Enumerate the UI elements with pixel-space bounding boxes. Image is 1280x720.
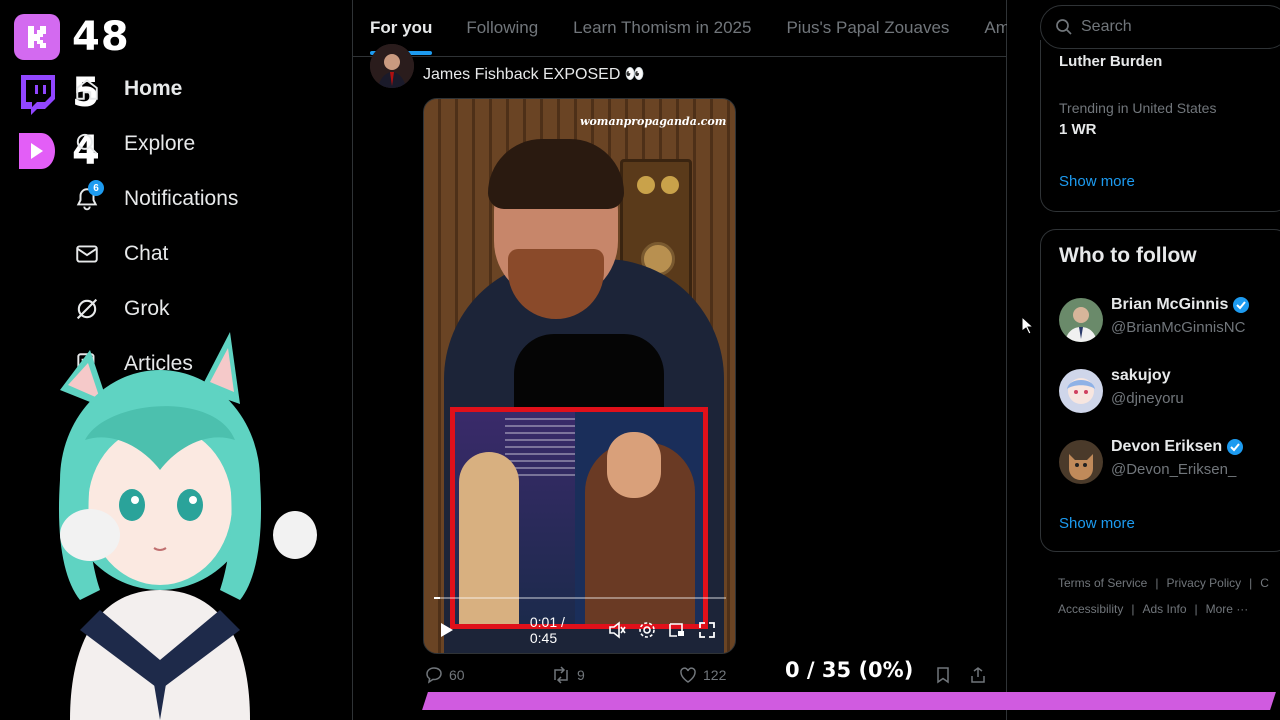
verified-badge-icon — [1226, 438, 1244, 456]
like-count: 122 — [703, 667, 727, 683]
video-inset-clip — [450, 407, 708, 629]
sidebar-item-label: Home — [124, 77, 183, 100]
bookmark-icon — [937, 667, 949, 684]
follow-suggestion[interactable]: Brian McGinnis @BrianMcGinnisNC — [1059, 296, 1280, 346]
trends-card: Luther Burden Trending in United States … — [1040, 40, 1280, 212]
volume-icon[interactable] — [607, 619, 628, 641]
share-icon — [971, 667, 985, 683]
tab-truncated[interactable]: Am — [984, 0, 1007, 56]
app-root: 48 5 4 Home Explore 6 Notifications Chat… — [0, 0, 1280, 720]
mail-icon — [70, 237, 104, 271]
sidebar-item-label: Grok — [124, 297, 170, 320]
video-watermark: womanpropaganda.com — [580, 115, 727, 128]
trends-show-more-link[interactable]: Show more — [1059, 173, 1135, 190]
sidebar-item-label: Notifications — [124, 187, 239, 210]
goal-progress-text: 0 / 35 (0%) — [785, 658, 914, 682]
tab-learn-thomism[interactable]: Learn Thomism in 2025 — [573, 0, 751, 56]
feed-tabs: For you Following Learn Thomism in 2025 … — [353, 0, 1007, 57]
follow-name: sakujoy — [1111, 367, 1171, 384]
play-icon[interactable] — [436, 619, 457, 641]
follow-suggestion[interactable]: sakujoy @djneyoru — [1059, 367, 1280, 417]
mouse-cursor-icon — [1021, 316, 1033, 334]
sidebar-item-home[interactable]: Home — [70, 67, 182, 111]
picture-in-picture-icon[interactable] — [666, 619, 687, 641]
sidebar-item-label: Chat — [124, 242, 169, 265]
tweet-author-avatar[interactable] — [370, 44, 414, 88]
share-button[interactable] — [969, 666, 987, 684]
who-to-follow-show-more-link[interactable]: Show more — [1059, 515, 1135, 532]
sidebar-item-explore[interactable]: Explore — [70, 122, 195, 166]
reply-count: 60 — [449, 667, 465, 683]
repost-button[interactable]: 9 — [551, 666, 585, 684]
repost-icon — [554, 666, 568, 684]
search-icon — [1056, 19, 1072, 35]
avatar — [1059, 298, 1103, 342]
sidebar-item-notifications[interactable]: 6 Notifications — [70, 177, 238, 221]
tab-papal-zouaves[interactable]: Pius's Papal Zouaves — [786, 0, 949, 56]
bookmark-button[interactable] — [935, 666, 951, 684]
tab-following[interactable]: Following — [466, 0, 538, 56]
vtuber-avatar-overlay — [58, 332, 317, 720]
trend-item-title[interactable]: Luther Burden — [1059, 53, 1162, 70]
like-button[interactable]: 122 — [679, 666, 726, 684]
footer-link-privacy[interactable]: Privacy Policy — [1166, 576, 1241, 590]
kick-viewer-count: 48 — [72, 14, 130, 60]
reply-icon — [426, 667, 442, 684]
repost-count: 9 — [577, 667, 585, 683]
follow-handle: @BrianMcGinnisNC — [1111, 319, 1246, 336]
home-icon — [70, 72, 104, 106]
trend-item-title[interactable]: 1 WR — [1059, 121, 1097, 138]
follow-name: Brian McGinnis — [1111, 296, 1229, 313]
column-divider-right — [1006, 0, 1007, 720]
who-to-follow-title: Who to follow — [1059, 244, 1197, 267]
heart-icon — [680, 667, 696, 683]
trend-item-context: Trending in United States — [1059, 100, 1217, 116]
footer-link-ads-info[interactable]: Ads Info — [1142, 602, 1186, 616]
column-divider-left — [352, 0, 353, 720]
twitch-logo-icon — [14, 70, 60, 116]
search-input[interactable] — [1081, 18, 1261, 36]
footer-link-accessibility[interactable]: Accessibility — [1058, 602, 1123, 616]
tweet-text: James Fishback EXPOSED 👀 — [423, 66, 645, 83]
footer-link-terms[interactable]: Terms of Service — [1058, 576, 1147, 590]
grok-icon — [70, 292, 104, 326]
fullscreen-icon[interactable] — [696, 619, 717, 641]
avatar — [1059, 440, 1103, 484]
avatar — [1059, 369, 1103, 413]
sidebar-item-chat[interactable]: Chat — [70, 232, 168, 276]
footer-links-row1: Terms of Service | Privacy Policy | C — [1058, 576, 1269, 590]
search-icon — [70, 127, 104, 161]
video-controls: 0:01 / 0:45 — [436, 614, 726, 646]
video-progress-fill — [434, 597, 440, 599]
kick-logo-icon — [14, 14, 60, 60]
reply-button[interactable]: 60 — [425, 666, 465, 684]
notification-count-badge: 6 — [88, 180, 104, 196]
follow-handle: @djneyoru — [1111, 390, 1184, 407]
settings-gear-icon[interactable] — [636, 619, 657, 641]
footer-links-row2: Accessibility | Ads Info | More ··· — [1058, 602, 1249, 616]
who-to-follow-card: Who to follow Brian McGinnis @BrianMcGin… — [1040, 229, 1280, 552]
follow-suggestion[interactable]: Devon Eriksen @Devon_Eriksen_ — [1059, 438, 1280, 488]
video-progress-track[interactable] — [434, 597, 726, 599]
verified-badge-icon — [1232, 296, 1250, 314]
sidebar-item-label: Explore — [124, 132, 196, 155]
kick-viewer-stat: 48 — [14, 14, 130, 60]
follow-name: Devon Eriksen — [1111, 438, 1223, 455]
play-logo-icon — [14, 128, 60, 174]
tweet-video-player[interactable]: womanpropaganda.com 0:01 / 0:45 — [423, 98, 736, 654]
goal-progress-bar — [422, 692, 1276, 710]
sidebar-item-grok[interactable]: Grok — [70, 287, 170, 331]
footer-link-cookie[interactable]: C — [1260, 576, 1269, 590]
follow-handle: @Devon_Eriksen_ — [1111, 461, 1237, 478]
footer-link-more[interactable]: More ··· — [1206, 602, 1249, 616]
video-person-shirt — [514, 334, 664, 414]
bell-icon: 6 — [70, 180, 104, 216]
video-time: 0:01 / 0:45 — [529, 614, 565, 646]
